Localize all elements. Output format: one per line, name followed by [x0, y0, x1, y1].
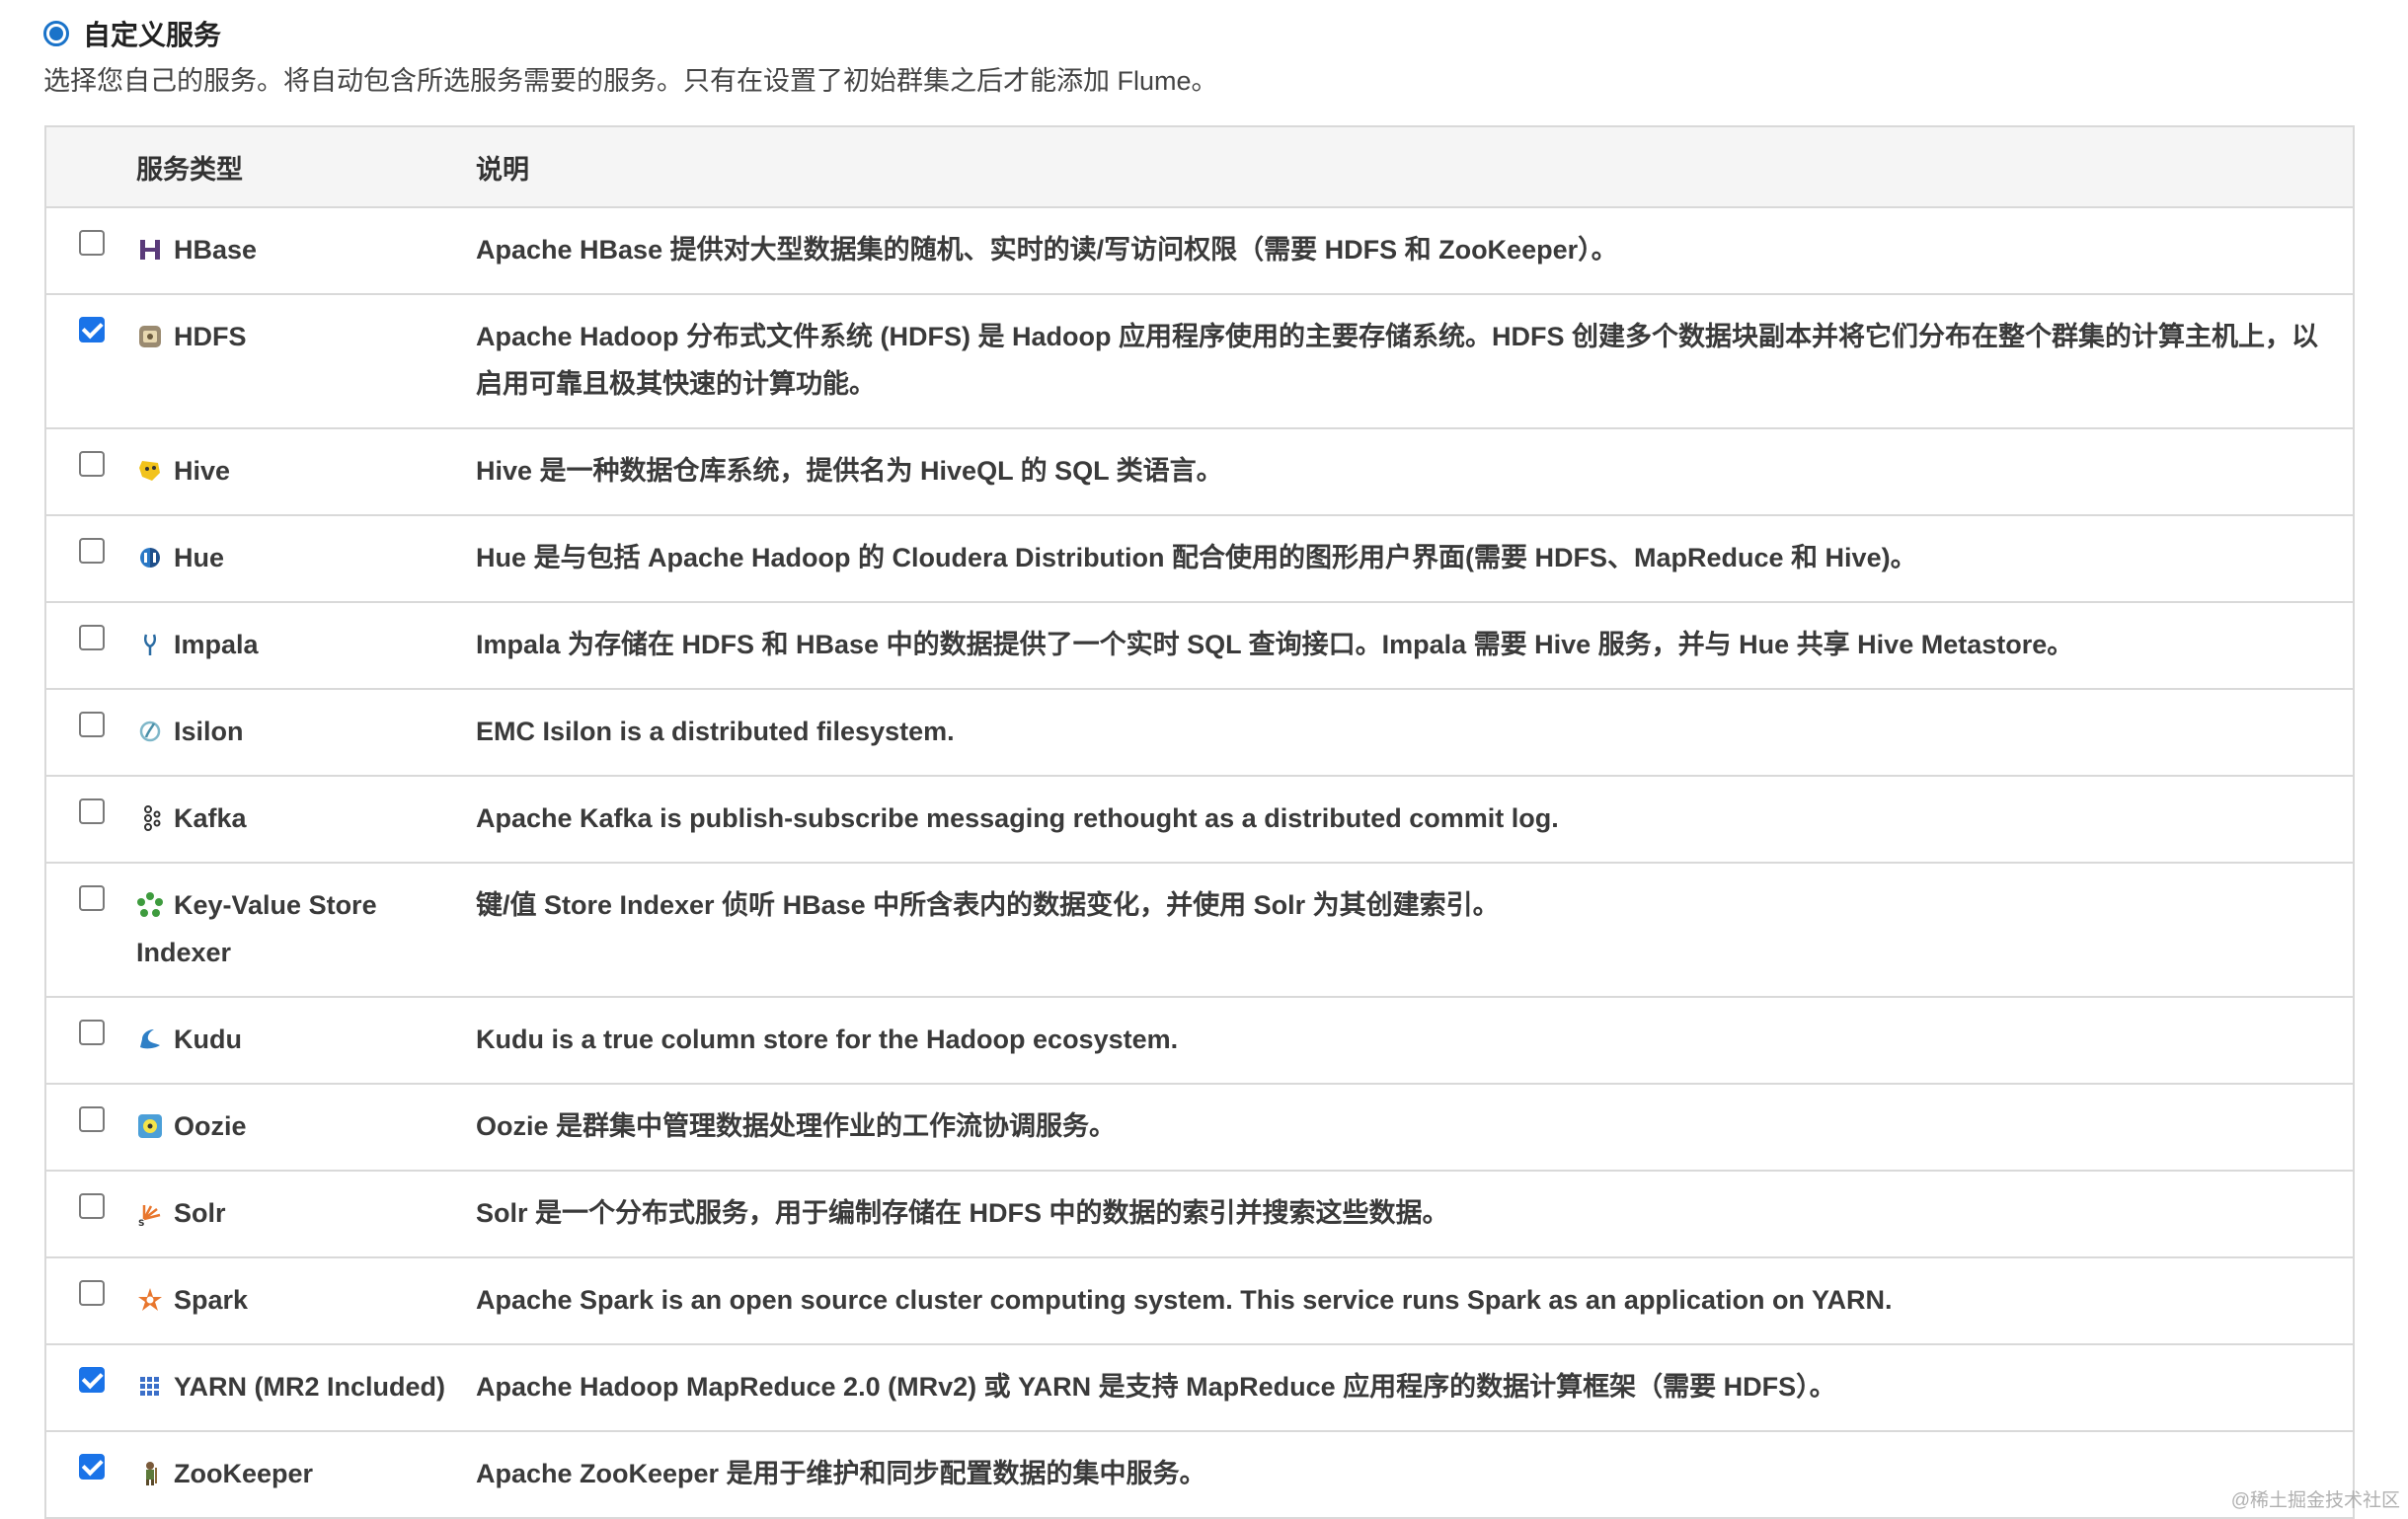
service-description: Impala 为存储在 HDFS 和 HBase 中的数据提供了一个实时 SQL…	[476, 630, 2074, 659]
yarn-icon	[136, 1368, 164, 1396]
service-name-cell: Kafka	[136, 795, 452, 842]
table-row: Kudu Kudu is a true column store for the …	[46, 998, 2353, 1085]
check-mark-icon	[81, 316, 104, 339]
table-row: Spark Apache Spark is an open source clus…	[46, 1258, 2353, 1345]
table-row: Hue Hue 是与包括 Apache Hadoop 的 Cloudera Dis…	[46, 516, 2353, 603]
service-name-cell: Oozie	[136, 1102, 452, 1150]
hue-icon	[136, 539, 164, 568]
service-name: Kafka	[174, 803, 247, 833]
checkbox-impala[interactable]	[79, 625, 105, 650]
service-description: Oozie 是群集中管理数据处理作业的工作流协调服务。	[476, 1111, 1117, 1141]
service-description: Hue 是与包括 Apache Hadoop 的 Cloudera Distri…	[476, 543, 1917, 572]
service-name-cell: Key-Value Store Indexer	[136, 881, 452, 976]
svg-text:S: S	[138, 1219, 144, 1227]
service-name-cell: Hue	[136, 534, 452, 581]
service-description: Hive 是一种数据仓库系统，提供名为 HiveQL 的 SQL 类语言。	[476, 456, 1223, 486]
service-name-cell: Isilon	[136, 708, 452, 755]
checkbox-isilon[interactable]	[79, 712, 105, 737]
service-name-cell: Impala	[136, 621, 452, 668]
service-name: Solr	[174, 1198, 226, 1228]
service-name-cell: S Solr	[136, 1189, 452, 1237]
service-name: HBase	[174, 235, 258, 265]
service-description: Apache HBase 提供对大型数据集的随机、实时的读/写访问权限（需要 H…	[476, 235, 1618, 265]
check-mark-icon	[81, 1366, 104, 1389]
service-name: Impala	[174, 630, 259, 659]
checkbox-solr[interactable]	[79, 1193, 105, 1219]
check-mark-icon	[81, 1453, 104, 1476]
kudu-icon	[136, 1021, 164, 1049]
hive-icon	[136, 452, 164, 481]
service-description: Kudu is a true column store for the Hado…	[476, 1025, 1179, 1054]
service-name: Hue	[174, 543, 225, 572]
checkbox-spark[interactable]	[79, 1280, 105, 1306]
table-header: 服务类型 说明	[46, 127, 2353, 208]
service-name: Oozie	[174, 1111, 247, 1141]
table-row: ZooKeeper Apache ZooKeeper 是用于维护和同步配置数据的集…	[46, 1432, 2353, 1519]
isilon-icon	[136, 713, 164, 742]
table-row: Key-Value Store Indexer 键/值 Store Indexer…	[46, 864, 2353, 998]
service-name-cell: Hive	[136, 447, 452, 494]
intro-text: 选择您自己的服务。将自动包含所选服务需要的服务。只有在设置了初始群集之后才能添加…	[43, 66, 1218, 96]
table-row: Isilon EMC Isilon is a distributed filesy…	[46, 690, 2353, 777]
table-body: HBase Apache HBase 提供对大型数据集的随机、实时的读/写访问权限…	[46, 208, 2353, 1519]
table-row: HBase Apache HBase 提供对大型数据集的随机、实时的读/写访问权限…	[46, 208, 2353, 295]
checkbox-hdfs[interactable]	[79, 316, 105, 342]
service-name-cell: HBase	[136, 226, 452, 273]
service-name-cell: YARN (MR2 Included)	[136, 1363, 452, 1410]
service-name-cell: Spark	[136, 1276, 452, 1324]
service-description: Apache Spark is an open source cluster c…	[476, 1285, 1893, 1315]
service-name: YARN (MR2 Included)	[174, 1372, 446, 1402]
checkbox-key-value-store-indexer[interactable]	[79, 885, 105, 911]
service-description: EMC Isilon is a distributed filesystem.	[476, 717, 955, 746]
checkbox-oozie[interactable]	[79, 1106, 105, 1132]
table-row: Impala Impala 为存储在 HDFS 和 HBase 中的数据提供了一个…	[46, 603, 2353, 690]
custom-services-label: 自定义服务	[83, 20, 222, 50]
service-description: Apache ZooKeeper 是用于维护和同步配置数据的集中服务。	[476, 1459, 1206, 1488]
table-row: Hive Hive 是一种数据仓库系统，提供名为 HiveQL 的 SQL 类语言…	[46, 429, 2353, 516]
service-name: HDFS	[174, 322, 247, 351]
service-name: ZooKeeper	[174, 1459, 314, 1488]
service-description: Apache Kafka is publish-subscribe messag…	[476, 803, 1559, 833]
hdfs-icon	[136, 318, 164, 347]
service-name: Isilon	[174, 717, 244, 746]
checkbox-hue[interactable]	[79, 538, 105, 564]
checkbox-kafka[interactable]	[79, 798, 105, 824]
hbase-icon	[136, 231, 164, 260]
service-name: Kudu	[174, 1025, 242, 1054]
service-description: Solr 是一个分布式服务，用于编制存储在 HDFS 中的数据的索引并搜索这些数…	[476, 1198, 1449, 1228]
header-service-type: 服务类型	[136, 154, 243, 185]
service-name-cell: ZooKeeper	[136, 1450, 452, 1497]
table-row: Oozie Oozie 是群集中管理数据处理作业的工作流协调服务。	[46, 1085, 2353, 1172]
solr-icon: S	[136, 1194, 164, 1229]
checkbox-hive[interactable]	[79, 451, 105, 477]
spark-icon	[136, 1281, 164, 1311]
zookeeper-icon	[136, 1455, 164, 1485]
checkbox-zookeeper[interactable]	[79, 1453, 105, 1480]
key-value-store-icon	[136, 886, 164, 917]
watermark: @稀土掘金技术社区	[2230, 1490, 2400, 1511]
checkbox-hbase[interactable]	[79, 230, 105, 256]
custom-services-option[interactable]: 自定义服务	[43, 14, 221, 53]
service-name-cell: Kudu	[136, 1016, 452, 1063]
service-name-cell: HDFS	[136, 313, 452, 360]
service-description: Apache Hadoop MapReduce 2.0 (MRv2) 或 YAR…	[476, 1372, 1836, 1402]
custom-services-radio[interactable]	[43, 21, 69, 46]
checkbox-yarn-mr2-included[interactable]	[79, 1366, 105, 1393]
table-row: HDFS Apache Hadoop 分布式文件系统 (HDFS) 是 Hadoo…	[46, 295, 2353, 429]
kafka-icon	[136, 799, 164, 831]
checkbox-kudu[interactable]	[79, 1020, 105, 1045]
radio-selected-dot	[49, 27, 63, 40]
service-name: Hive	[174, 456, 231, 486]
service-description: 键/值 Store Indexer 侦听 HBase 中所含表内的数据变化，并使…	[476, 890, 1500, 920]
table-row: Kafka Apache Kafka is publish-subscribe m…	[46, 777, 2353, 864]
oozie-icon	[136, 1107, 164, 1138]
service-name: Key-Value Store Indexer	[136, 890, 377, 967]
services-table: 服务类型 说明 HBase Apache HBase 提供对大型数据集的随机、实时…	[44, 125, 2355, 1519]
header-description: 说明	[476, 154, 529, 185]
service-name: Spark	[174, 1285, 249, 1315]
service-description: Apache Hadoop 分布式文件系统 (HDFS) 是 Hadoop 应用…	[476, 322, 2318, 399]
impala-icon	[136, 626, 164, 655]
table-row: S Solr Solr 是一个分布式服务，用于编制存储在 HDFS 中的数据的索引并…	[46, 1172, 2353, 1258]
table-row: YARN (MR2 Included) Apache Hadoop MapRedu…	[46, 1345, 2353, 1432]
